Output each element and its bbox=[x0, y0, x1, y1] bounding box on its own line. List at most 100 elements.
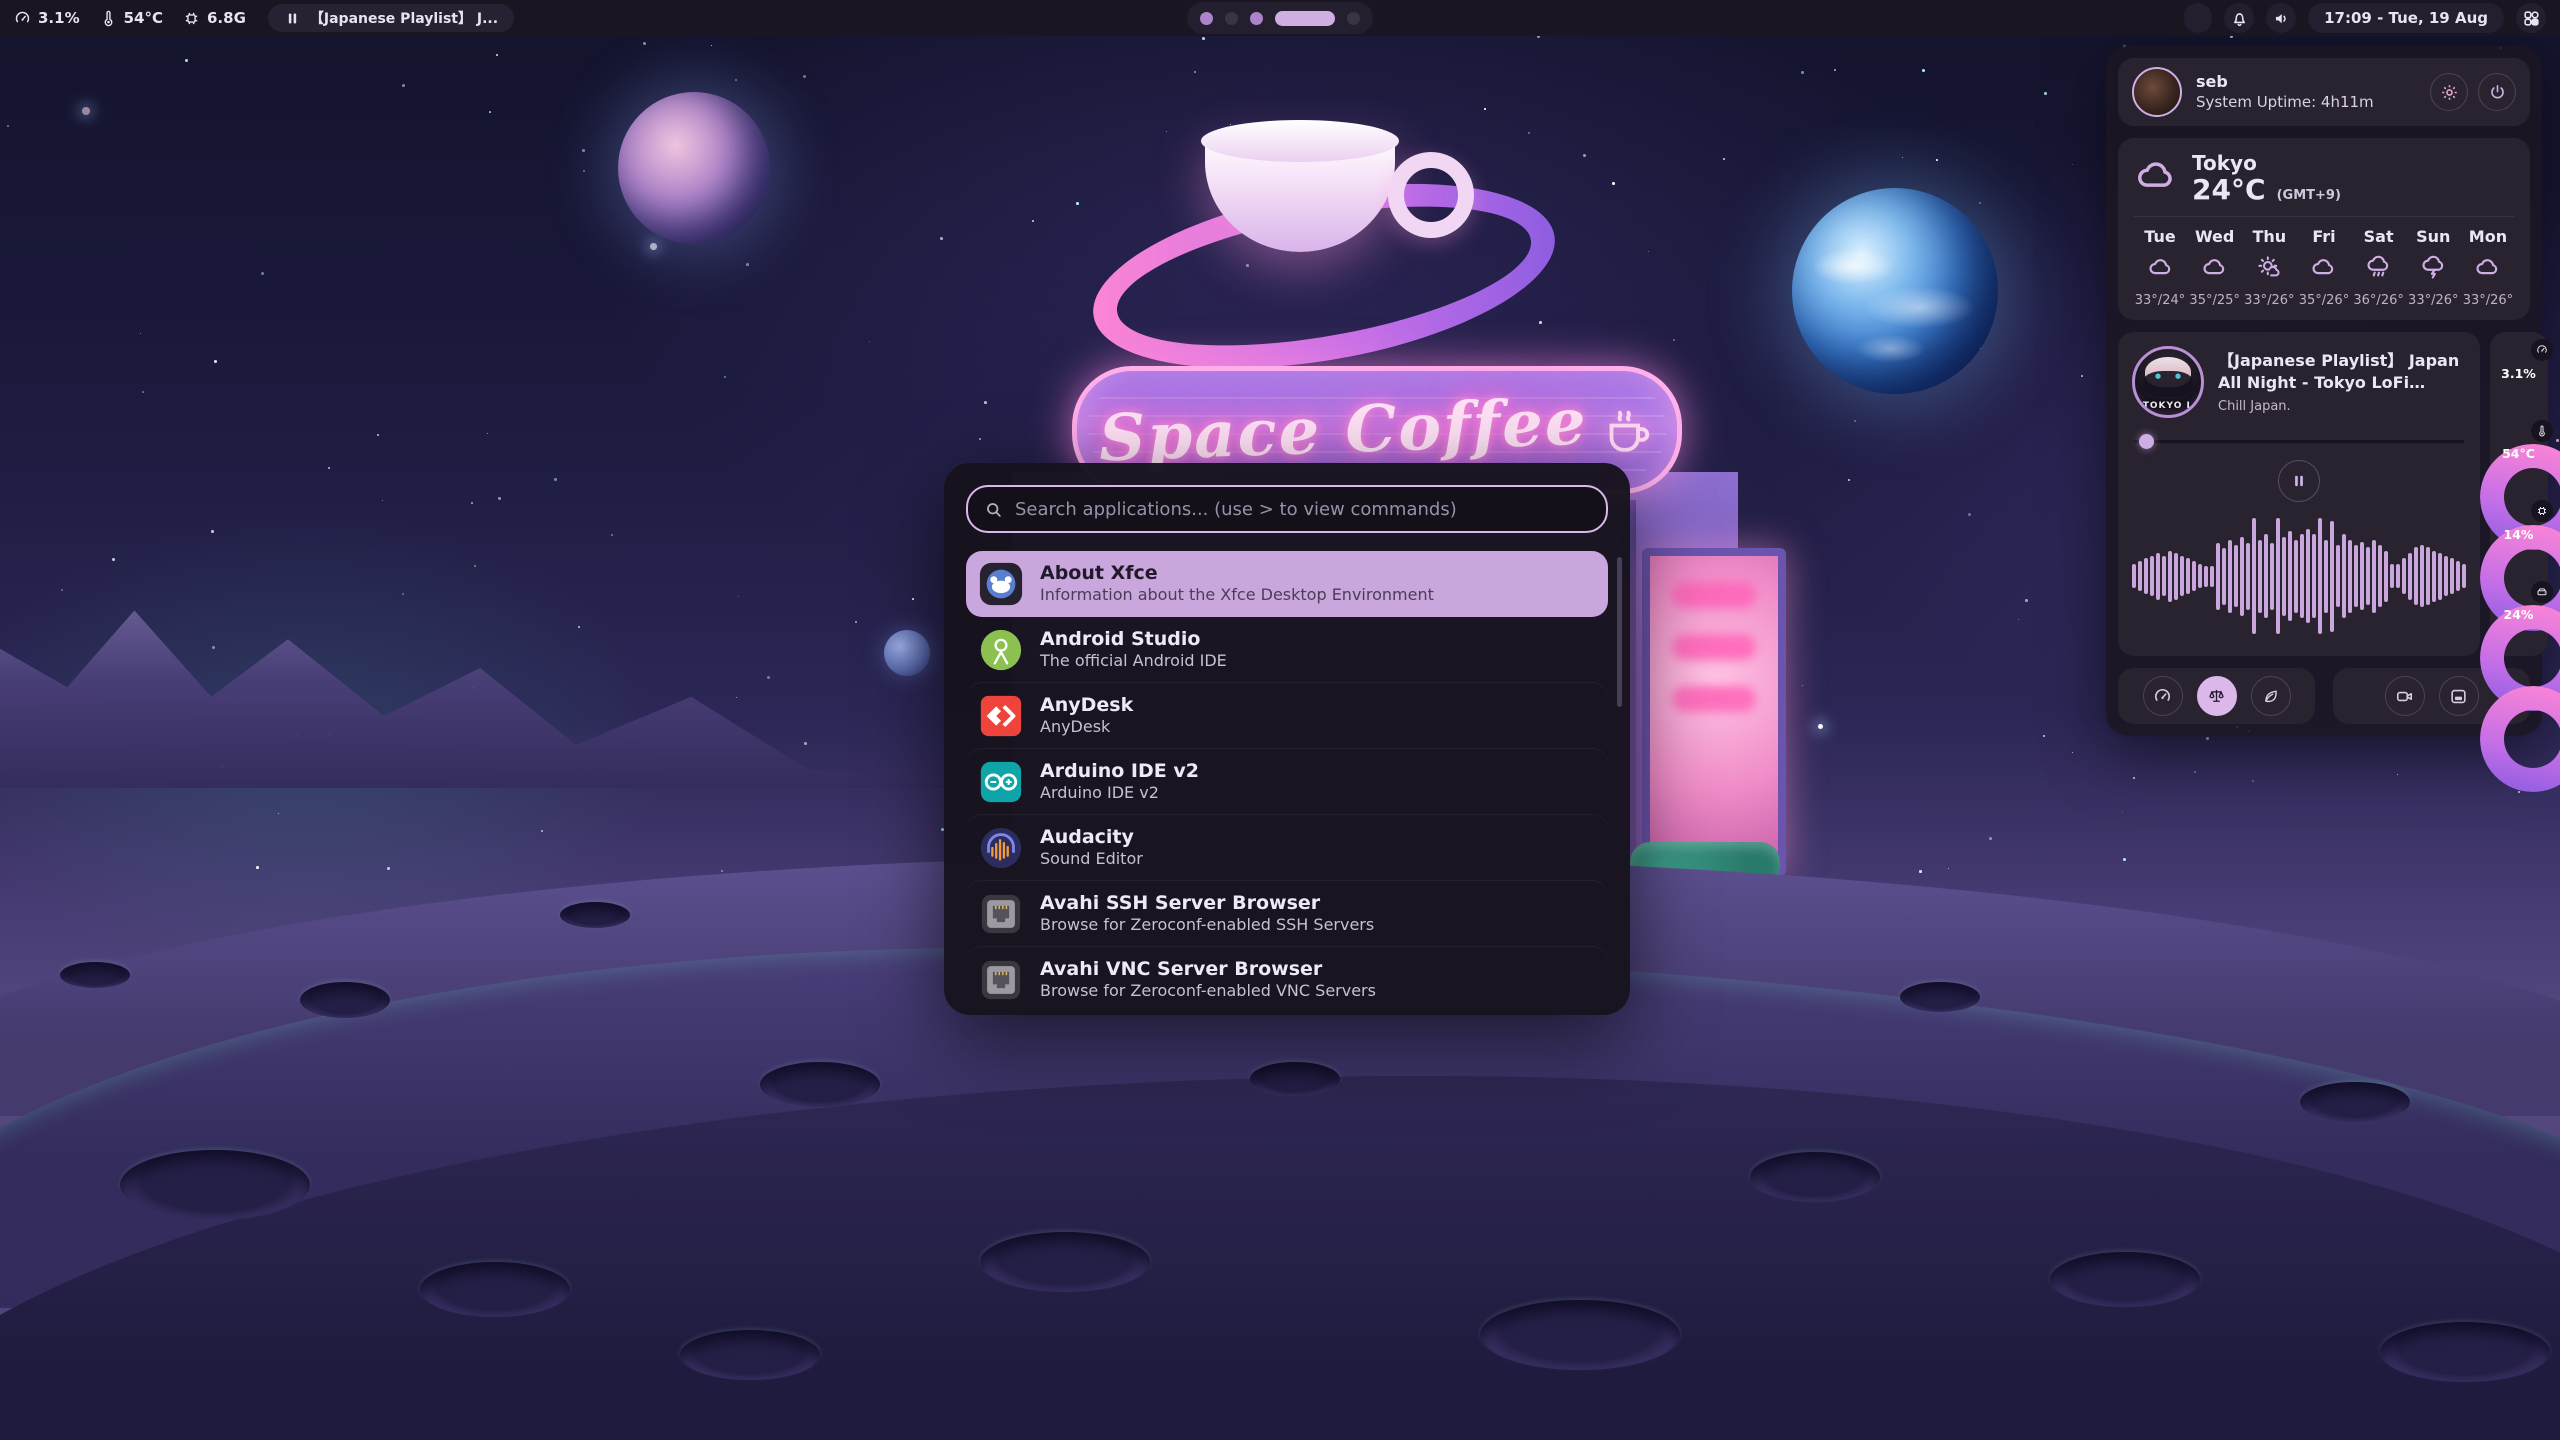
settings-button[interactable] bbox=[2430, 73, 2468, 111]
system-stats-group: 3.1% 54°C 6.8G bbox=[14, 9, 246, 27]
app-grid-button[interactable] bbox=[2516, 3, 2546, 33]
waveform-bar bbox=[2282, 537, 2286, 616]
workspace-5[interactable] bbox=[1347, 12, 1360, 25]
weather-timezone: (GMT+9) bbox=[2277, 188, 2341, 203]
app-list-item-audacity[interactable]: Audacity Sound Editor bbox=[966, 815, 1608, 881]
waveform-bar bbox=[2414, 547, 2418, 605]
waveform-bar bbox=[2228, 540, 2232, 613]
waveform-bar bbox=[2174, 553, 2178, 600]
forecast-day: Thu 33°/26° bbox=[2243, 227, 2295, 308]
leaf-icon bbox=[2261, 687, 2280, 706]
app-list-item-avahi-ssh-server-browser[interactable]: Avahi SSH Server Browser Browse for Zero… bbox=[966, 881, 1608, 947]
album-art: TOKYO L bbox=[2132, 346, 2204, 418]
waveform-bar bbox=[2288, 531, 2292, 621]
system-gauge: 54°C bbox=[2490, 425, 2548, 483]
waveform-bar bbox=[2330, 521, 2334, 632]
android-studio-icon bbox=[978, 627, 1024, 673]
now-playing-pill[interactable]: 【Japanese Playlist】 J... bbox=[268, 4, 514, 32]
app-grid-icon bbox=[2522, 9, 2541, 28]
search-input[interactable] bbox=[1013, 498, 1590, 521]
forecast-day: Sat 36°/26° bbox=[2353, 227, 2405, 308]
weather-card: Tokyo 24°C (GMT+9) Tue 33°/24° Wed 35°/2… bbox=[2118, 138, 2530, 320]
floating-coffee-cup bbox=[1100, 92, 1500, 352]
waveform-bar bbox=[2240, 537, 2244, 616]
forecast-temps: 33°/26° bbox=[2408, 293, 2458, 308]
app-list-item-anydesk[interactable]: AnyDesk AnyDesk bbox=[966, 683, 1608, 749]
scrollbar-thumb[interactable] bbox=[1617, 557, 1622, 707]
waveform-bar bbox=[2270, 543, 2274, 610]
gauge-icon bbox=[14, 10, 31, 27]
system-gauges: 3.1% 54°C 14% 24% bbox=[2490, 332, 2548, 656]
weather-city: Tokyo bbox=[2192, 152, 2341, 175]
workspace-1[interactable] bbox=[1200, 12, 1213, 25]
waveform-bar bbox=[2318, 518, 2322, 634]
forecast-temps: 36°/26° bbox=[2353, 293, 2403, 308]
moon-crater bbox=[1750, 1152, 1880, 1202]
moon-crater bbox=[1480, 1300, 1680, 1370]
waveform-bar bbox=[2156, 553, 2160, 600]
waveform-bar bbox=[2162, 556, 2166, 596]
waveform-bar bbox=[2246, 543, 2250, 610]
top-panel: 3.1% 54°C 6.8G 【Japanese Playlist】 J... … bbox=[0, 0, 2560, 36]
search-icon bbox=[984, 500, 1003, 519]
app-list-item-arduino-ide-v2[interactable]: Arduino IDE v2 Arduino IDE v2 bbox=[966, 749, 1608, 815]
moon-crater bbox=[120, 1150, 310, 1220]
play-pause-button[interactable] bbox=[2278, 460, 2320, 502]
waveform-bar bbox=[2306, 529, 2310, 623]
volume-icon bbox=[2272, 9, 2291, 28]
power-profile-balanced-button[interactable] bbox=[2197, 676, 2237, 716]
scales-icon bbox=[2207, 687, 2226, 706]
system-uptime: System Uptime: 4h11m bbox=[2196, 93, 2374, 113]
app-name: Avahi SSH Server Browser bbox=[1040, 892, 1374, 916]
pause-icon bbox=[284, 10, 301, 27]
cup-handle bbox=[1388, 152, 1474, 238]
forecast-temps: 35°/25° bbox=[2189, 293, 2239, 308]
forecast-temps: 33°/26° bbox=[2463, 293, 2513, 308]
forecast-day-name: Fri bbox=[2312, 227, 2335, 246]
waveform-bar bbox=[2138, 561, 2142, 591]
forecast-day-name: Wed bbox=[2195, 227, 2234, 246]
track-subtitle: Chill Japan. bbox=[2218, 399, 2466, 414]
screen-record-button[interactable] bbox=[2385, 676, 2425, 716]
app-list-item-avahi-vnc-server-browser[interactable]: Avahi VNC Server Browser Browse for Zero… bbox=[966, 947, 1608, 1013]
small-moon bbox=[884, 630, 930, 676]
network-icon bbox=[978, 891, 1024, 937]
app-list-item-android-studio[interactable]: Android Studio The official Android IDE bbox=[966, 617, 1608, 683]
clock[interactable]: 17:09 - Tue, 19 Aug bbox=[2308, 3, 2504, 33]
earth-planet bbox=[1792, 188, 1998, 394]
forecast-day-name: Sat bbox=[2364, 227, 2394, 246]
waveform-bar bbox=[2276, 518, 2280, 634]
screenshot-button[interactable] bbox=[2439, 676, 2479, 716]
anydesk-icon bbox=[978, 693, 1024, 739]
user-name: seb bbox=[2196, 72, 2374, 93]
thermometer-icon bbox=[100, 10, 117, 27]
tray-icons-group bbox=[2184, 3, 2212, 33]
forecast-temps: 33°/24° bbox=[2135, 293, 2185, 308]
progress-knob[interactable] bbox=[2139, 434, 2154, 449]
volume-button[interactable] bbox=[2266, 3, 2296, 33]
moon-crater bbox=[980, 1232, 1150, 1292]
workspace-3[interactable] bbox=[1250, 12, 1263, 25]
waveform-bar bbox=[2312, 534, 2316, 618]
waveform-bar bbox=[2300, 534, 2304, 618]
forecast-day: Mon 33°/26° bbox=[2462, 227, 2514, 308]
stat-value: 6.8G bbox=[207, 9, 246, 27]
workspace-4-active[interactable] bbox=[1275, 11, 1335, 26]
power-profile-power-saver-button[interactable] bbox=[2251, 676, 2291, 716]
waveform-bar bbox=[2354, 545, 2358, 607]
desktop: Space Coffee 3.1% 54°C 6.8G 【Japanese Pl… bbox=[0, 0, 2560, 1440]
notifications-button[interactable] bbox=[2224, 3, 2254, 33]
workspace-switcher bbox=[1187, 2, 1373, 34]
power-profile-performance-button[interactable] bbox=[2143, 676, 2183, 716]
progress-slider[interactable] bbox=[2134, 434, 2464, 448]
app-list-item-about-xfce[interactable]: About Xfce Information about the Xfce De… bbox=[966, 551, 1608, 617]
moon-crater bbox=[2050, 1252, 2200, 1307]
search-bar[interactable] bbox=[966, 485, 1608, 533]
waveform-bar bbox=[2336, 545, 2340, 607]
gear-icon bbox=[2440, 83, 2459, 102]
forecast-day-name: Sun bbox=[2416, 227, 2450, 246]
avatar bbox=[2132, 67, 2182, 117]
power-button[interactable] bbox=[2478, 73, 2516, 111]
system-gauge: 3.1% bbox=[2490, 344, 2548, 402]
workspace-2[interactable] bbox=[1225, 12, 1238, 25]
